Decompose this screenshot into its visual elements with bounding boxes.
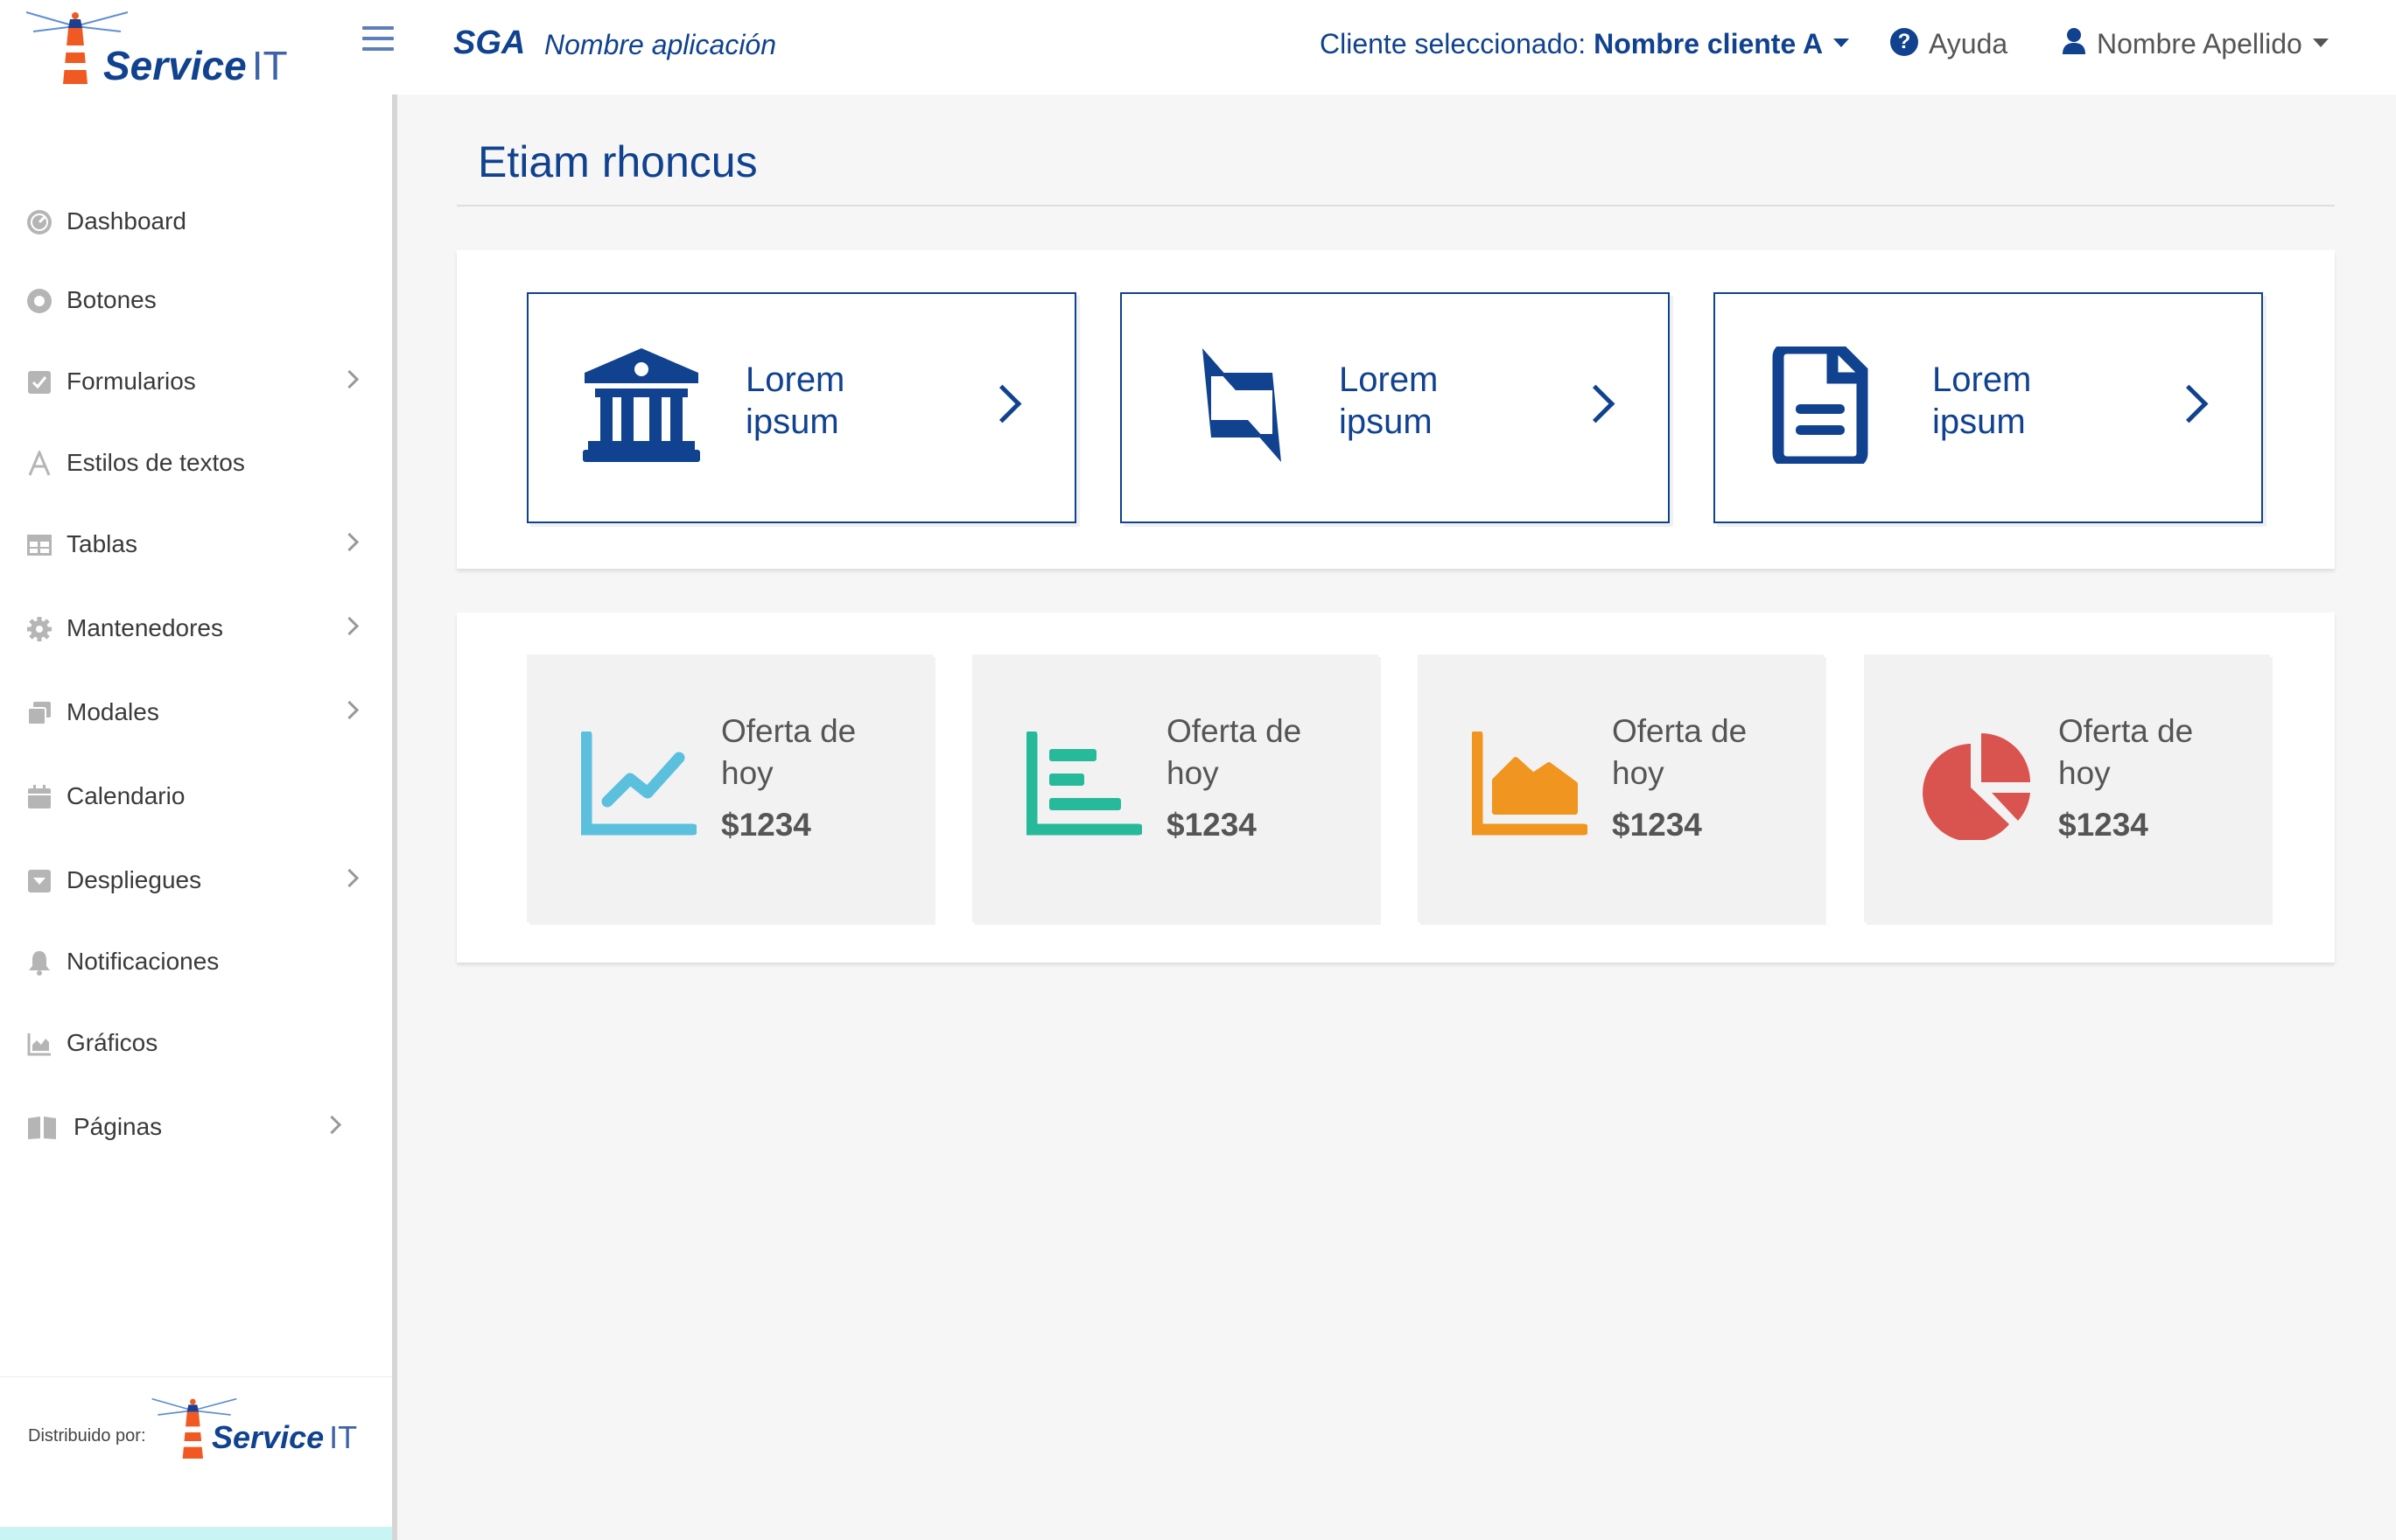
sidebar-item-graficos[interactable]: Gráficos [0,1017,392,1069]
pie-chart-icon [1923,733,2030,840]
sidebar-item-label: Mantenedores [67,614,224,641]
title-divider [457,205,2335,206]
retweet-icon [1202,348,1281,462]
sidebar-item-label: Botones [67,286,157,313]
sidebar-item-formularios[interactable]: Formularios [0,355,392,408]
sidebar-item-botones[interactable]: Botones [0,274,392,326]
chart-icon [27,1033,51,1056]
user-name: Nombre Apellido [2097,28,2302,60]
sidebar-item-label: Calendario [67,782,186,809]
footer-brand-name: Service IT [212,1419,358,1455]
line-chart-icon [581,732,697,836]
stat-card-area: Oferta de hoy $1234 [1418,654,1824,922]
stat-value: $1234 [1612,807,1702,843]
link-card-label: Lorem ipsum [746,360,845,441]
link-card-label: Lorem ipsum [1339,360,1439,441]
chevron-right-icon [340,369,360,389]
sidebar-item-despliegues[interactable]: Despliegues [0,854,392,906]
chevron-right-icon [340,868,360,888]
sidebar-item-label: Páginas [74,1113,163,1140]
bell-icon [29,951,50,976]
link-card-retweet[interactable]: Lorem ipsum [1120,292,1670,523]
sidebar-item-label: Despliegues [67,866,202,893]
help-label: Ayuda [1929,28,2008,60]
chevron-right-icon [340,616,360,636]
link-card-bank[interactable]: Lorem ipsum [527,292,1076,523]
sidebar-item-label: Gráficos [67,1029,158,1056]
link-card-label: Lorem ipsum [1932,360,2032,441]
table-icon [27,535,52,556]
document-icon [1772,346,1868,464]
font-icon [28,451,51,476]
stat-label: Oferta de hoy [1166,713,1302,791]
sidebar-item-calendario[interactable]: Calendario [0,770,392,822]
chevron-right-icon [983,384,1022,424]
book-icon [28,1116,56,1139]
circle-icon [27,289,52,313]
menu-toggle-icon[interactable] [362,26,394,54]
user-icon [2063,28,2085,54]
sidebar-item-label: Estilos de textos [67,449,245,476]
sidebar-bottom-bar [0,1527,392,1540]
sidebar-item-estilos-de-textos[interactable]: Estilos de textos [0,437,392,489]
sidebar-item-tablas[interactable]: Tablas [0,518,392,570]
quick-links-panel: Lorem ipsum Lorem ipsum Lorem ipsum [457,250,2335,569]
stat-card-pie: Oferta de hoy $1234 [1864,654,2270,922]
link-card-document[interactable]: Lorem ipsum [1713,292,2263,523]
sidebar-item-label: Formularios [67,368,196,395]
stat-value: $1234 [721,807,811,843]
sidebar-item-label: Modales [67,698,159,725]
sidebar-item-notificaciones[interactable]: Notificaciones [0,935,392,988]
sidebar: Dashboard Botones Formularios Estilos de… [0,94,397,1540]
app-code: SGA [453,24,526,61]
caret-down-icon [1833,38,1850,47]
caret-down-icon [2312,38,2329,47]
chevron-right-icon [340,700,360,720]
sidebar-item-label: Tablas [67,530,137,557]
user-menu[interactable]: Nombre Apellido [2062,28,2329,60]
distributed-by-label: Distribuido por: [28,1426,146,1446]
stats-panel: Oferta de hoy $1234 Oferta de hoy $1234 … [457,612,2335,962]
dashboard-icon [27,210,52,234]
question-circle-icon: ? [1890,28,1918,56]
window-icon [27,702,51,725]
stat-label: Oferta de hoy [2058,713,2194,791]
stat-card-bar: Oferta de hoy $1234 [972,654,1378,922]
stat-value: $1234 [2058,807,2148,843]
footer-brand-logo: Service IT [151,1393,378,1472]
stat-label: Oferta de hoy [1612,713,1748,791]
chevron-right-icon [340,532,360,552]
chevron-right-icon [322,1115,342,1135]
client-label: Cliente seleccionado: [1320,28,1587,60]
sidebar-item-dashboard[interactable]: Dashboard [0,195,392,248]
chevron-right-icon [1576,384,1615,424]
bank-icon [583,348,700,462]
brand-name: Service IT [103,43,288,88]
dropdown-icon [28,870,51,892]
bar-chart-icon [1026,732,1142,836]
sidebar-footer: Distribuido por: Service IT [0,1376,392,1526]
stat-card-line: Oferta de hoy $1234 [527,654,933,922]
stat-value: $1234 [1166,807,1257,843]
help-link[interactable]: ? Ayuda [1890,28,2007,60]
sidebar-item-paginas[interactable]: Páginas [0,1101,392,1153]
app-name: Nombre aplicación [544,29,777,60]
sidebar-item-label: Dashboard [67,207,186,234]
gear-icon [27,617,52,641]
sidebar-item-label: Notificaciones [67,948,220,975]
area-chart-icon [1472,732,1587,836]
stat-label: Oferta de hoy [721,713,857,791]
top-bar: Service IT SGA Nombre aplicación Cliente … [0,0,2396,94]
page-title: Etiam rhoncus [478,137,758,186]
checkbox-icon [28,371,51,394]
chevron-right-icon [2169,384,2209,424]
sidebar-item-modales[interactable]: Modales [0,686,392,738]
brand-logo[interactable]: Service IT [25,7,322,88]
client-value: Nombre cliente A [1594,28,1824,60]
calendar-icon [28,785,51,808]
client-selector[interactable]: Cliente seleccionado: Nombre cliente A [1320,28,1850,60]
sidebar-item-mantenedores[interactable]: Mantenedores [0,602,392,654]
